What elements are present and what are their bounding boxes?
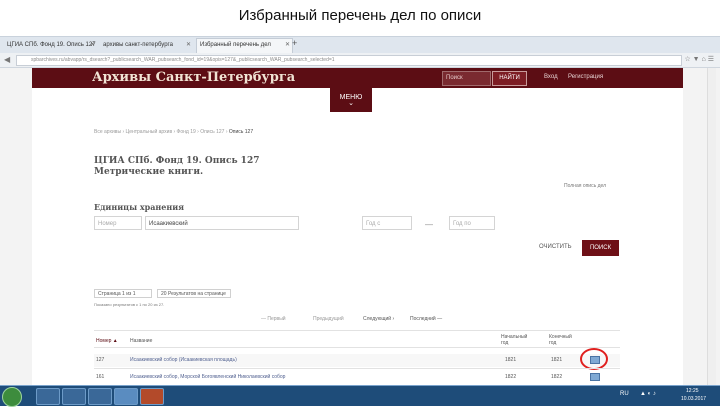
page-subtitle: Метрические книги. — [94, 167, 204, 177]
row-number: 127 — [96, 357, 105, 363]
site-content: Архивы Санкт-Петербурга Поиск НАЙТИ Вход… — [32, 68, 683, 385]
breadcrumb-current: Опись 127 — [228, 129, 254, 135]
row-number: 161 — [96, 374, 105, 380]
page-area: Архивы Санкт-Петербурга Поиск НАЙТИ Вход… — [0, 68, 720, 385]
folder-icon[interactable] — [88, 388, 112, 405]
browser-tab-bar: ЦГИА СПб. Фонд 19. Опись 127 ✕ архивы сан… — [0, 36, 720, 54]
firefox-icon[interactable] — [114, 388, 138, 405]
scrollbar[interactable] — [707, 68, 716, 385]
find-button[interactable]: ПОИСК — [582, 240, 619, 256]
row-title-link[interactable]: Исаакиевский собор, Морской Богоявленски… — [130, 374, 285, 380]
row-title-link[interactable]: Исаакиевский собор (Исаакиевская площадь… — [130, 357, 237, 363]
tab-label: Избранный перечень дел — [200, 42, 271, 48]
close-icon[interactable]: ✕ — [90, 39, 95, 51]
range-dash: — — [425, 220, 433, 229]
tab-label: архивы санкт-петербурга — [103, 42, 173, 48]
pager-next[interactable]: Следующий › — [363, 316, 394, 322]
number-input[interactable]: Номер — [94, 216, 142, 230]
pager-first[interactable]: — Первый — [261, 316, 286, 322]
browser-tab-active[interactable]: Избранный перечень дел ✕ — [196, 38, 293, 53]
clock-time[interactable]: 12:25 — [686, 388, 699, 394]
column-header-start-year[interactable]: Начальный год — [501, 334, 531, 346]
results-count: Показано результатов с 1 по 20 из 27. — [94, 302, 165, 307]
clock-date[interactable]: 10.03.2017 — [681, 396, 706, 402]
powerpoint-icon[interactable] — [140, 388, 164, 405]
login-link[interactable]: Вход — [544, 74, 558, 80]
page-title: ЦГИА СПб. Фонд 19. Опись 127 — [94, 156, 260, 166]
table-top-border — [94, 330, 620, 331]
back-arrow-icon[interactable]: ◀ — [4, 55, 10, 64]
row-end-year: 1822 — [551, 374, 563, 380]
year-to-input[interactable]: Год по — [449, 216, 495, 230]
tab-label: ЦГИА СПб. Фонд 19. Опись 127 — [7, 42, 96, 48]
search-button[interactable]: НАЙТИ — [492, 71, 527, 86]
column-header-number[interactable]: Номер ▲ — [96, 338, 118, 344]
close-icon[interactable]: ✕ — [285, 39, 290, 51]
column-header-end-year[interactable]: Конечный год — [549, 334, 579, 346]
new-tab-button[interactable]: + — [292, 38, 297, 48]
browser-toolbar-icons[interactable]: ☆ ▼ ⌂ ☰ — [684, 55, 714, 63]
close-icon[interactable]: ✕ — [186, 39, 191, 51]
tray-icons[interactable]: ▲ ◐ ♪ — [640, 391, 656, 397]
media-icon[interactable] — [62, 388, 86, 405]
address-bar: ◀ spbarchives.ru/abvapp/rs_dsearch?_publ… — [0, 53, 720, 68]
site-title[interactable]: Архивы Санкт-Петербурга — [92, 70, 295, 85]
column-header-title[interactable]: Название — [130, 338, 152, 344]
pager-prev[interactable]: Предыдущий — [313, 316, 344, 322]
year-from-input[interactable]: Год с — [362, 216, 412, 230]
url-field[interactable]: spbarchives.ru/abvapp/rs_dsearch?_public… — [16, 55, 682, 66]
start-button[interactable] — [2, 387, 22, 407]
units-title: Единицы хранения — [94, 202, 185, 212]
row-end-year: 1821 — [551, 357, 563, 363]
row-start-year: 1822 — [505, 374, 517, 380]
table-header-border — [94, 347, 620, 348]
search-input[interactable]: Поиск — [442, 71, 491, 86]
title-input[interactable]: Исаакиевский — [145, 216, 299, 230]
browser-tab-2[interactable]: архивы санкт-петербурга ✕ — [100, 39, 193, 51]
full-list-link[interactable]: Полная опись дел — [564, 183, 606, 189]
slide-title: Избранный перечень дел по описи — [238, 7, 482, 24]
register-link[interactable]: Регистрация — [568, 74, 603, 80]
clear-button[interactable]: ОЧИСТИТЬ — [539, 244, 572, 250]
breadcrumb: Все архивы › Центральный архив › Фонд 19… — [94, 129, 253, 135]
menu-button[interactable]: МЕНЮ ⌄ — [330, 88, 372, 112]
windows-taskbar: RU ▲ ◐ ♪ 12:25 10.03.2017 — [0, 385, 720, 407]
table-icon[interactable] — [590, 373, 600, 381]
page-select[interactable]: Страница 1 из 1 — [94, 289, 152, 298]
breadcrumb-path[interactable]: Все архивы › Центральный архив › Фонд 19… — [94, 129, 229, 135]
row-start-year: 1821 — [505, 357, 517, 363]
pager-last[interactable]: Последний — — [410, 316, 442, 322]
explorer-icon[interactable] — [36, 388, 60, 405]
highlight-circle — [580, 348, 608, 370]
language-indicator[interactable]: RU — [620, 391, 629, 397]
per-page-select[interactable]: 20 Результатов на странице — [157, 289, 231, 298]
browser-tab-1[interactable]: ЦГИА СПб. Фонд 19. Опись 127 ✕ — [4, 39, 97, 51]
chevron-down-icon: ⌄ — [348, 100, 354, 107]
row-border — [94, 368, 620, 369]
site-header: Архивы Санкт-Петербурга Поиск НАЙТИ Вход… — [32, 68, 683, 88]
